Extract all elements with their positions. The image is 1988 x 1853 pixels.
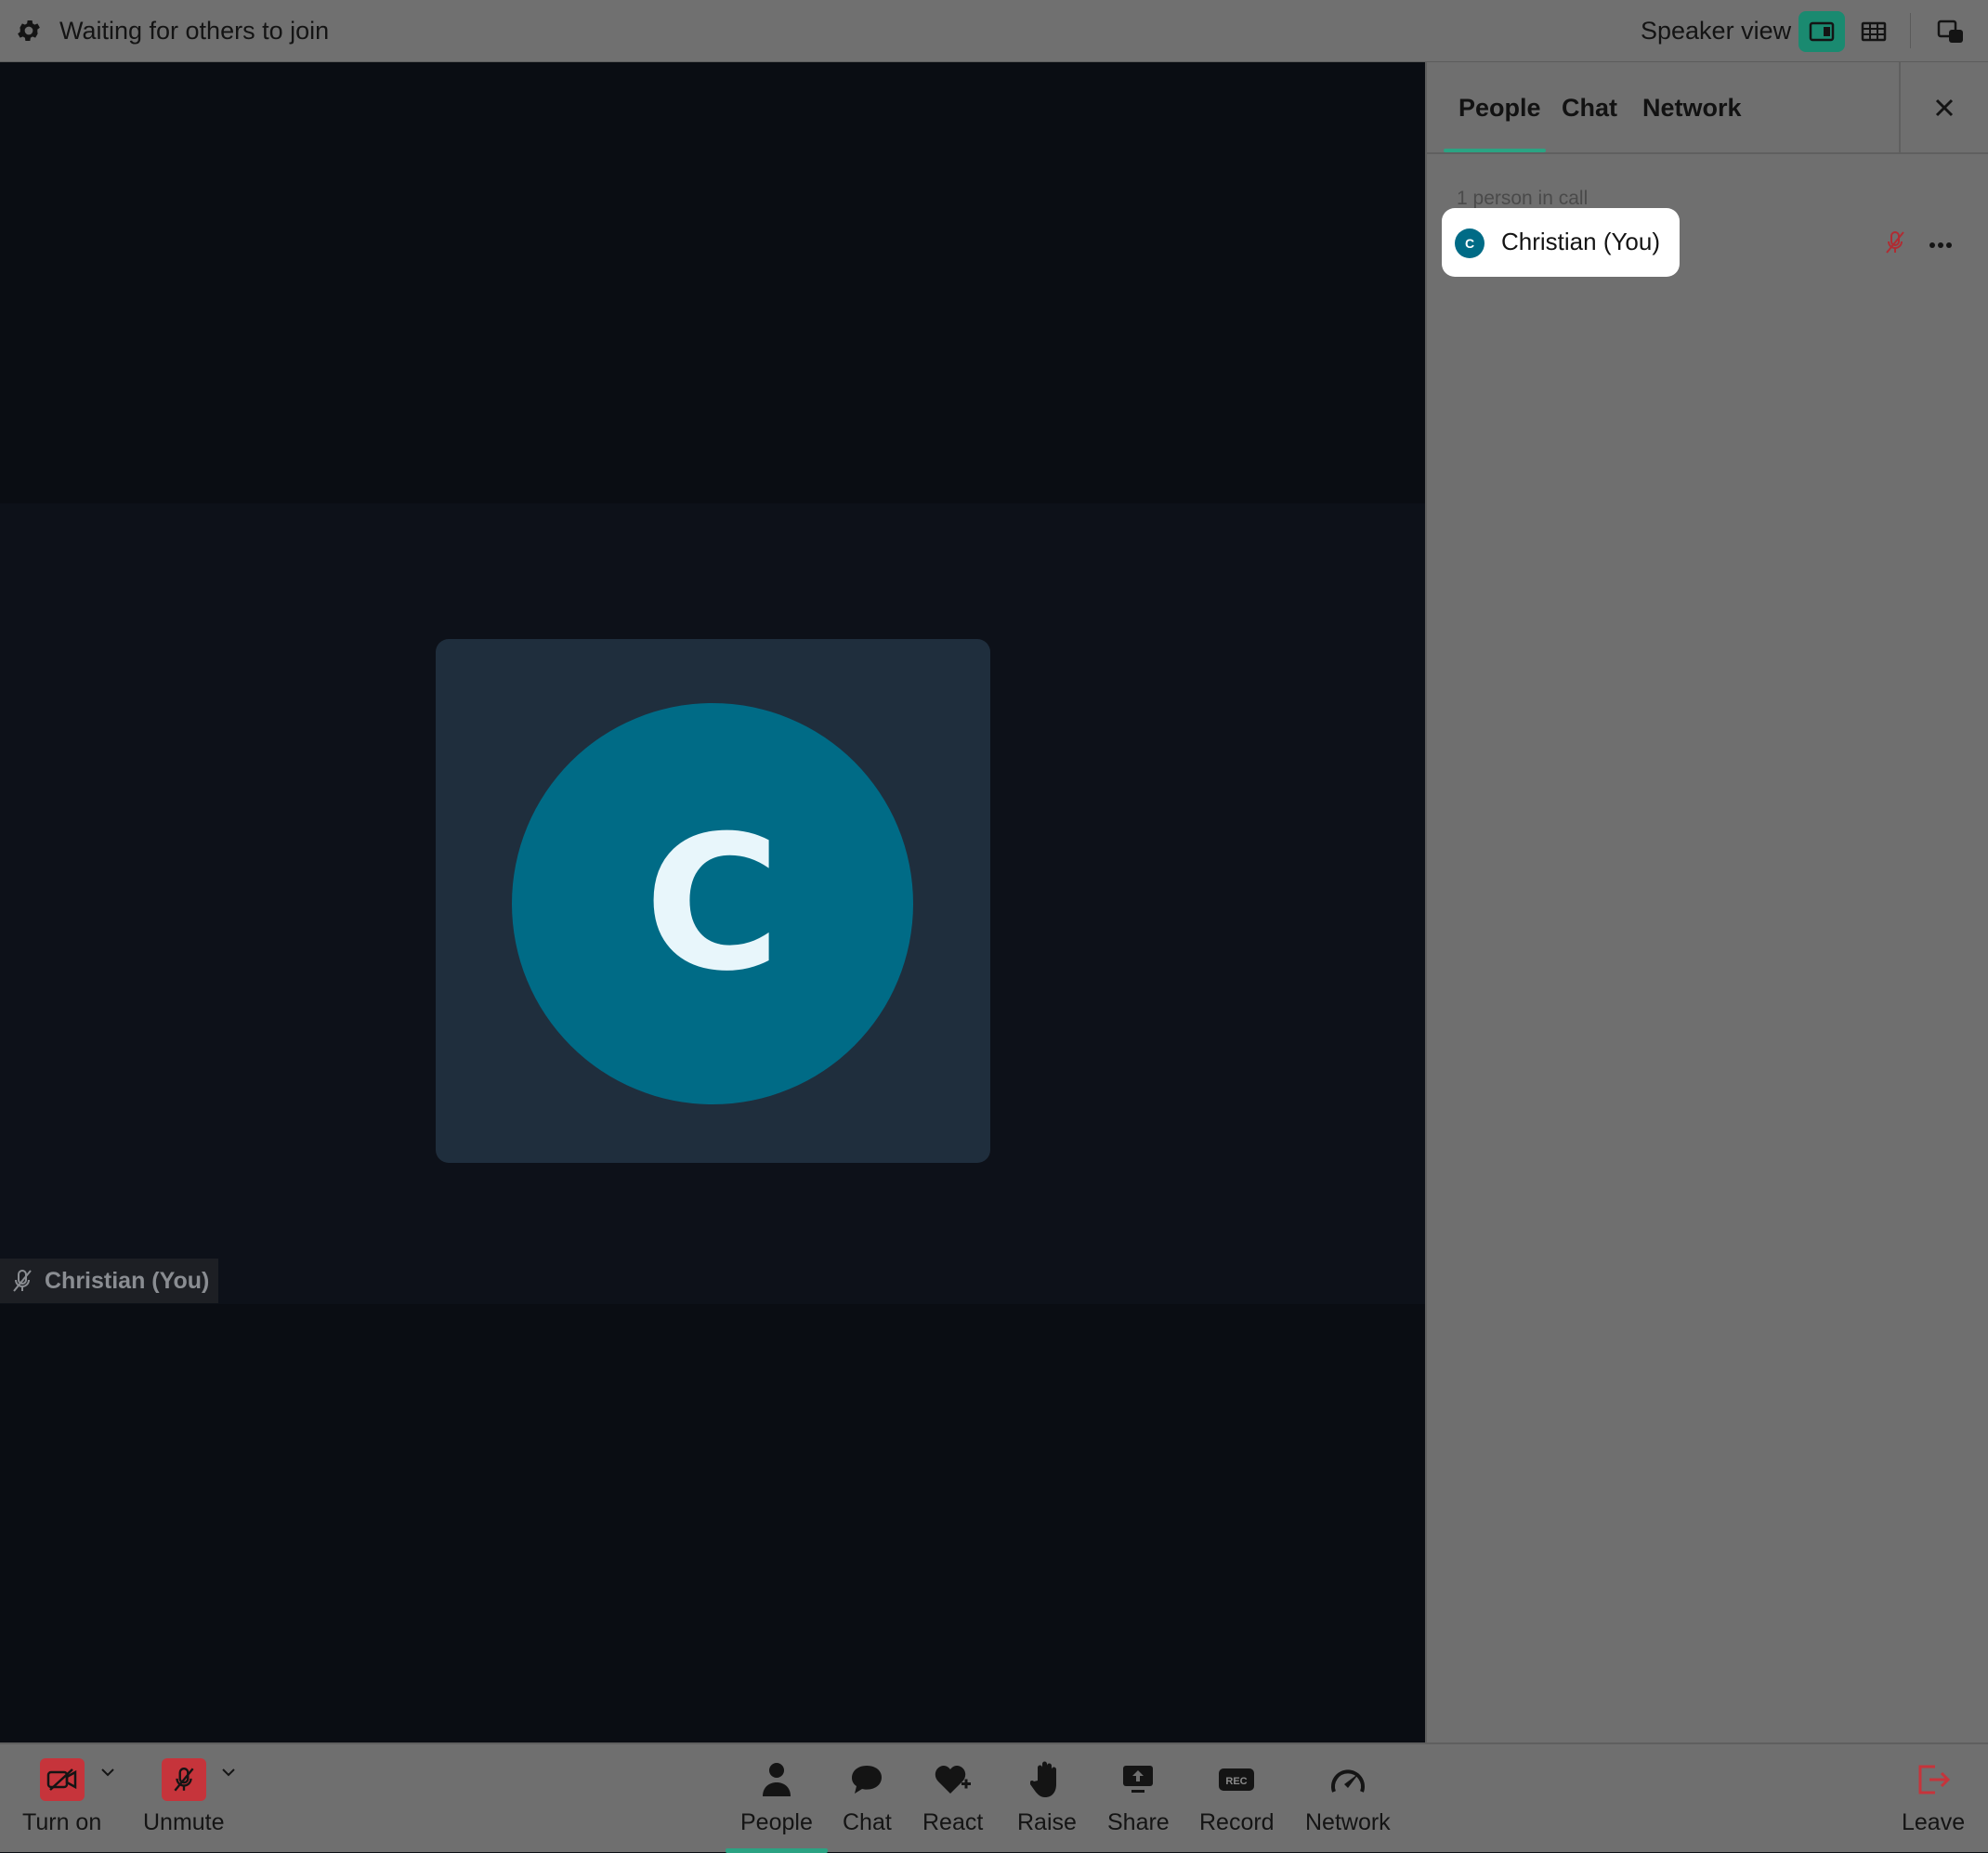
toolbar-share-label: Share (1107, 1809, 1170, 1835)
participant-name-label: Christian (You) (45, 1267, 210, 1294)
participant-avatar-small: C (1455, 228, 1484, 258)
participant-name-tag: Christian (You) (0, 1259, 219, 1303)
participant-list-item[interactable]: C Christian (You) (1442, 208, 1680, 277)
mic-button-label: Unmute (143, 1809, 225, 1835)
panel-header-divider (1899, 62, 1901, 154)
toolbar-share-button[interactable]: Share (1107, 1757, 1170, 1836)
settings-gear-icon[interactable] (15, 17, 43, 45)
participant-count: 1 person in call (1457, 188, 1589, 209)
picture-in-picture-button[interactable] (1927, 11, 1973, 52)
participant-mic-muted-icon (1884, 229, 1906, 260)
leave-call-button[interactable]: Leave (1902, 1757, 1965, 1836)
share-screen-icon (1114, 1757, 1162, 1802)
mic-toggle-button[interactable]: Unmute (143, 1757, 225, 1836)
tab-chat[interactable]: Chat (1562, 94, 1617, 123)
video-stage: C Christian (You) (0, 62, 1425, 1742)
svg-text:REC: REC (1226, 1776, 1248, 1787)
toolbar-divider (1910, 13, 1911, 48)
speaker-view-button[interactable] (1798, 11, 1845, 52)
toolbar-record-button[interactable]: REC Record (1199, 1757, 1275, 1836)
toolbar-network-label: Network (1305, 1809, 1391, 1835)
panel-tabs: People Chat Network (1427, 62, 1988, 154)
picture-in-picture-icon (1937, 20, 1963, 43)
grid-view-icon (1861, 21, 1887, 42)
participant-video-tile[interactable]: C (436, 639, 990, 1163)
side-panel: People Chat Network 1 person in call C C… (1425, 62, 1988, 1742)
top-bar: Waiting for others to join Speaker view (0, 0, 1988, 62)
toolbar-chat-label: Chat (843, 1809, 892, 1835)
tab-network[interactable]: Network (1642, 94, 1742, 123)
person-icon (752, 1757, 801, 1802)
toolbar-raise-button[interactable]: Raise (1017, 1757, 1077, 1836)
toolbar-chat-button[interactable]: Chat (843, 1757, 892, 1836)
toolbar-raise-label: Raise (1017, 1809, 1077, 1835)
call-status-text: Waiting for others to join (59, 17, 330, 45)
close-panel-icon[interactable] (1929, 92, 1960, 124)
tab-people[interactable]: People (1458, 94, 1541, 123)
toolbar-people-button[interactable]: People (740, 1757, 813, 1836)
toolbar-react-button[interactable]: React (922, 1757, 983, 1836)
grid-view-button[interactable] (1851, 11, 1897, 52)
view-mode-label: Speaker view (1641, 17, 1792, 45)
gauge-icon (1324, 1757, 1372, 1802)
more-options-icon[interactable] (1929, 237, 1953, 254)
hand-icon (1023, 1757, 1071, 1802)
chat-bubble-icon (843, 1757, 891, 1802)
rec-icon: REC (1212, 1757, 1261, 1802)
leave-button-label: Leave (1902, 1809, 1966, 1835)
participant-list-name: Christian (You) (1501, 228, 1661, 255)
mic-off-icon (161, 1758, 206, 1801)
toolbar-people-label: People (740, 1809, 813, 1835)
camera-off-icon (39, 1758, 85, 1801)
active-toolbar-indicator (726, 1848, 828, 1853)
toolbar-network-button[interactable]: Network (1305, 1757, 1391, 1836)
camera-toggle-button[interactable]: Turn on (22, 1757, 101, 1836)
speaker-view-icon (1809, 21, 1835, 42)
heart-plus-icon (929, 1757, 977, 1802)
camera-button-label: Turn on (22, 1809, 102, 1835)
participant-avatar-large: C (512, 703, 913, 1104)
mic-muted-icon (13, 1270, 32, 1292)
leave-door-icon (1909, 1757, 1957, 1802)
camera-options-chevron-icon[interactable] (100, 1765, 115, 1781)
toolbar-react-label: React (922, 1809, 984, 1835)
mic-options-chevron-icon[interactable] (221, 1765, 236, 1781)
bottom-toolbar: Turn on Unmute People Chat React Raise S… (0, 1742, 1988, 1853)
active-tab-indicator (1444, 149, 1546, 152)
toolbar-record-label: Record (1199, 1809, 1275, 1835)
